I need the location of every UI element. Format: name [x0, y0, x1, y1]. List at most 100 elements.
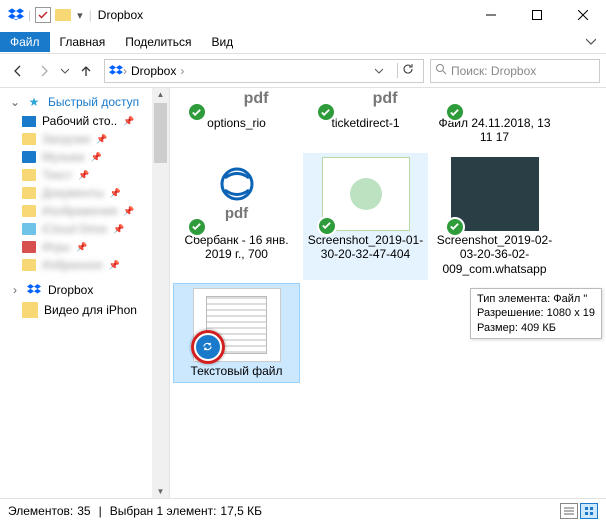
scroll-down-icon[interactable]: ▼	[157, 487, 165, 496]
folder-icon	[22, 302, 38, 318]
synced-badge-icon	[445, 102, 465, 122]
pin-icon: 📌	[78, 170, 89, 181]
ribbon-expand-icon[interactable]	[586, 35, 606, 49]
window-controls	[468, 0, 606, 30]
sidebar-item[interactable]: Документы📌	[0, 184, 169, 202]
file-item[interactable]: pdf ticketdirect-1	[303, 92, 428, 149]
nav-back-button[interactable]	[6, 59, 30, 83]
pin-icon: 📌	[96, 134, 107, 145]
pin-icon: 📌	[113, 224, 124, 235]
file-item[interactable]: pdf options_rio	[174, 92, 299, 149]
sidebar-dropbox[interactable]: › Dropbox	[0, 280, 169, 300]
sync-badge-icon	[194, 333, 222, 361]
search-input[interactable]: Поиск: Dropbox	[430, 59, 600, 83]
sidebar-item[interactable]: Изображения📌	[0, 202, 169, 220]
overflow-icon[interactable]: ▾	[75, 9, 85, 22]
breadcrumb-dropdown-icon[interactable]	[375, 64, 397, 78]
close-button[interactable]	[560, 0, 606, 30]
pin-icon: 📌	[76, 242, 87, 253]
pin-icon: 📌	[90, 152, 101, 163]
sidebar-item[interactable]: iCloud Drive📌	[0, 220, 169, 238]
tooltip: Тип элемента: Файл " Разрешение: 1080 x …	[470, 288, 602, 339]
file-item[interactable]: Screenshot_2019-02-03-20-36-02-009_com.w…	[432, 153, 557, 280]
pin-icon: 📌	[123, 206, 134, 217]
file-name: Текстовый файл	[190, 364, 282, 378]
search-placeholder: Поиск: Dropbox	[451, 64, 536, 78]
maximize-button[interactable]	[514, 0, 560, 30]
sidebar-item[interactable]: Текст📌	[0, 166, 169, 184]
tooltip-line: Разрешение: 1080 x 19	[477, 306, 595, 320]
pin-icon: 📌	[110, 188, 121, 199]
folder-icon	[22, 223, 36, 235]
view-icons-button[interactable]	[580, 503, 598, 519]
folder-icon	[22, 151, 36, 163]
nav-recent-button[interactable]	[58, 59, 72, 83]
search-icon	[435, 63, 447, 78]
content-pane[interactable]: pdf options_rio pdf ticketdirect-1 Файл …	[170, 88, 606, 498]
chevron-right-icon: ›	[180, 64, 184, 78]
file-item[interactable]: Screenshot_2019-01-30-20-32-47-404	[303, 153, 428, 280]
sidebar-item-videos[interactable]: Видео для iPhon	[0, 300, 169, 320]
sidebar-item[interactable]: Загрузки📌	[0, 130, 169, 148]
synced-badge-icon	[187, 102, 207, 122]
titlebar-icons: | ▾ |	[8, 7, 92, 23]
menu-share[interactable]: Поделиться	[115, 32, 201, 52]
pin-icon: 📌	[123, 116, 134, 127]
file-thumbnail: pdf	[193, 157, 281, 231]
view-switcher	[560, 503, 598, 519]
breadcrumb[interactable]: › Dropbox ›	[104, 59, 424, 83]
breadcrumb-item[interactable]: Dropbox	[127, 64, 180, 78]
navbar: › Dropbox › Поиск: Dropbox	[0, 54, 606, 88]
file-item[interactable]: pdf Сбербанк - 16 янв. 2019 г., 700	[174, 153, 299, 280]
sidebar: ⌄ ★ Быстрый доступ Рабочий сто.. 📌 Загру…	[0, 88, 170, 498]
view-details-button[interactable]	[560, 503, 578, 519]
folder-icon	[55, 9, 71, 21]
vert-divider: |	[28, 8, 31, 22]
nav-forward-button[interactable]	[32, 59, 56, 83]
folder-icon	[22, 259, 36, 271]
pin-icon: 📌	[109, 260, 120, 271]
star-icon: ★	[26, 94, 42, 110]
file-item[interactable]: Текстовый файл	[174, 284, 299, 382]
menu-home[interactable]: Главная	[50, 32, 116, 52]
folder-icon	[22, 205, 36, 217]
body: ⌄ ★ Быстрый доступ Рабочий сто.. 📌 Загру…	[0, 88, 606, 498]
vert-divider: |	[89, 8, 92, 22]
file-name: Сбербанк - 16 янв. 2019 г., 700	[176, 233, 297, 262]
titlebar: | ▾ | Dropbox	[0, 0, 606, 30]
scroll-up-icon[interactable]: ▲	[157, 90, 165, 99]
synced-badge-icon	[445, 217, 465, 237]
sidebar-item[interactable]: Игры📌	[0, 238, 169, 256]
sidebar-item[interactable]: Избранное📌	[0, 256, 169, 274]
file-name: Screenshot_2019-01-30-20-32-47-404	[305, 233, 426, 262]
menu-view[interactable]: Вид	[201, 32, 243, 52]
minimize-button[interactable]	[468, 0, 514, 30]
file-thumbnail	[193, 288, 281, 362]
status-selected-size: 17,5 КБ	[220, 504, 262, 518]
sidebar-quick-access[interactable]: ⌄ ★ Быстрый доступ	[0, 92, 169, 112]
file-name: options_rio	[207, 116, 266, 130]
menu-file[interactable]: Файл	[0, 32, 50, 52]
status-selected-label: Выбран 1 элемент:	[110, 504, 217, 518]
status-count-label: Элементов:	[8, 504, 73, 518]
file-name: ticketdirect-1	[331, 116, 399, 130]
sidebar-scrollbar[interactable]: ▲ ▼	[152, 88, 169, 498]
dropbox-icon	[26, 282, 42, 298]
file-name: Screenshot_2019-02-03-20-36-02-009_com.w…	[434, 233, 555, 276]
statusbar: Элементов: 35 | Выбран 1 элемент: 17,5 К…	[0, 498, 606, 522]
tooltip-line: Тип элемента: Файл "	[477, 292, 595, 306]
file-item[interactable]: Файл 24.11.2018, 13 11 17	[432, 92, 557, 149]
check-icon	[35, 7, 51, 23]
scroll-thumb[interactable]	[154, 103, 167, 163]
nav-up-button[interactable]	[74, 59, 98, 83]
synced-badge-icon	[316, 102, 336, 122]
folder-icon	[22, 187, 36, 199]
refresh-button[interactable]	[397, 63, 419, 78]
sidebar-item-desktop[interactable]: Рабочий сто.. 📌	[0, 112, 169, 130]
folder-icon	[22, 241, 36, 253]
divider: |	[99, 504, 102, 518]
synced-badge-icon	[317, 216, 337, 236]
sidebar-item[interactable]: Музыка📌	[0, 148, 169, 166]
folder-icon	[22, 133, 36, 145]
synced-badge-icon	[187, 217, 207, 237]
